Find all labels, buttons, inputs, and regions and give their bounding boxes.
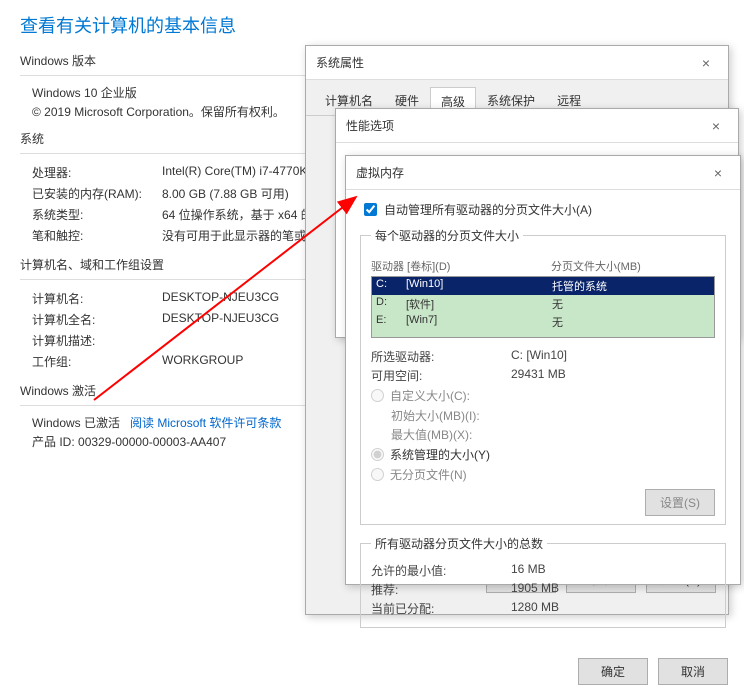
initial-size-label: 初始大小(MB)(I): bbox=[391, 407, 511, 424]
available-value: 29431 MB bbox=[511, 367, 566, 384]
no-paging-label: 无分页文件(N) bbox=[390, 466, 467, 483]
dialog-title: 性能选项 bbox=[346, 117, 394, 134]
ok-button[interactable]: 确定 bbox=[578, 658, 648, 685]
auto-manage-checkbox[interactable] bbox=[364, 203, 377, 216]
current-label: 当前已分配: bbox=[371, 600, 511, 617]
drive-row[interactable]: E: [Win7] 无 bbox=[372, 313, 714, 331]
drive-row[interactable]: C: [Win10] 托管的系统 bbox=[372, 277, 714, 295]
systype-label: 系统类型: bbox=[32, 206, 162, 223]
cancel-button[interactable]: 取消 bbox=[658, 658, 728, 685]
cdesc-label: 计算机描述: bbox=[32, 332, 162, 349]
ram-label: 已安装的内存(RAM): bbox=[32, 185, 162, 202]
system-managed-radio[interactable] bbox=[371, 448, 384, 461]
vmem-footer: 确定 取消 bbox=[346, 648, 740, 697]
activation-status: Windows 已激活 bbox=[32, 416, 120, 430]
product-id-label: 产品 ID: bbox=[32, 435, 75, 449]
min-label: 允许的最小值: bbox=[371, 562, 511, 579]
selected-drive-label: 所选驱动器: bbox=[371, 348, 511, 365]
system-managed-label: 系统管理的大小(Y) bbox=[390, 446, 490, 463]
drive-list[interactable]: C: [Win10] 托管的系统 D: [软件] 无 E: [Win7] 无 bbox=[371, 276, 715, 338]
cname-value: DESKTOP-NJEU3CG bbox=[162, 290, 279, 307]
max-size-label: 最大值(MB)(X): bbox=[391, 426, 511, 443]
cname-label: 计算机名: bbox=[32, 290, 162, 307]
titlebar[interactable]: 性能选项 × bbox=[336, 109, 738, 143]
drive-row[interactable]: D: [软件] 无 bbox=[372, 295, 714, 313]
close-icon[interactable]: × bbox=[706, 165, 730, 181]
ram-value: 8.00 GB (7.88 GB 可用) bbox=[162, 185, 289, 202]
dialog-title: 系统属性 bbox=[316, 54, 364, 71]
virtual-memory-dialog: 虚拟内存 × 自动管理所有驱动器的分页文件大小(A) 每个驱动器的分页文件大小 … bbox=[345, 155, 741, 585]
no-paging-radio[interactable] bbox=[371, 468, 384, 481]
custom-size-label: 自定义大小(C): bbox=[390, 387, 470, 404]
size-col-header: 分页文件大小(MB) bbox=[551, 258, 641, 274]
custom-size-radio[interactable] bbox=[371, 389, 384, 402]
drive-col-header: 驱动器 [卷标](D) bbox=[371, 258, 551, 274]
per-drive-legend: 每个驱动器的分页文件大小 bbox=[371, 227, 523, 244]
titlebar[interactable]: 系统属性 × bbox=[306, 46, 728, 80]
processor-label: 处理器: bbox=[32, 164, 162, 181]
recommended-value: 1905 MB bbox=[511, 581, 631, 598]
auto-manage-label: 自动管理所有驱动器的分页文件大小(A) bbox=[384, 201, 592, 218]
pen-label: 笔和触控: bbox=[32, 227, 162, 244]
dialog-title: 虚拟内存 bbox=[356, 164, 404, 181]
current-value: 1280 MB bbox=[511, 600, 631, 617]
set-button[interactable]: 设置(S) bbox=[645, 489, 715, 516]
available-label: 可用空间: bbox=[371, 367, 511, 384]
license-link[interactable]: 阅读 Microsoft 软件许可条款 bbox=[130, 416, 281, 430]
min-value: 16 MB bbox=[511, 562, 631, 579]
close-icon[interactable]: × bbox=[694, 55, 718, 71]
vmem-body: 自动管理所有驱动器的分页文件大小(A) 每个驱动器的分页文件大小 驱动器 [卷标… bbox=[346, 190, 740, 648]
workgroup-label: 工作组: bbox=[32, 353, 162, 370]
totals-legend: 所有驱动器分页文件大小的总数 bbox=[371, 535, 547, 552]
titlebar[interactable]: 虚拟内存 × bbox=[346, 156, 740, 190]
close-icon[interactable]: × bbox=[704, 118, 728, 134]
cfullname-value: DESKTOP-NJEU3CG bbox=[162, 311, 279, 328]
totals-group: 所有驱动器分页文件大小的总数 允许的最小值:16 MB 推荐:1905 MB 当… bbox=[360, 535, 726, 628]
product-id-value: 00329-00000-00003-AA407 bbox=[78, 435, 226, 449]
page-title: 查看有关计算机的基本信息 bbox=[20, 12, 724, 38]
workgroup-value: WORKGROUP bbox=[162, 353, 243, 370]
cfullname-label: 计算机全名: bbox=[32, 311, 162, 328]
per-drive-group: 每个驱动器的分页文件大小 驱动器 [卷标](D) 分页文件大小(MB) C: [… bbox=[360, 227, 726, 525]
recommended-label: 推荐: bbox=[371, 581, 511, 598]
selected-drive-value: C: [Win10] bbox=[511, 348, 567, 365]
